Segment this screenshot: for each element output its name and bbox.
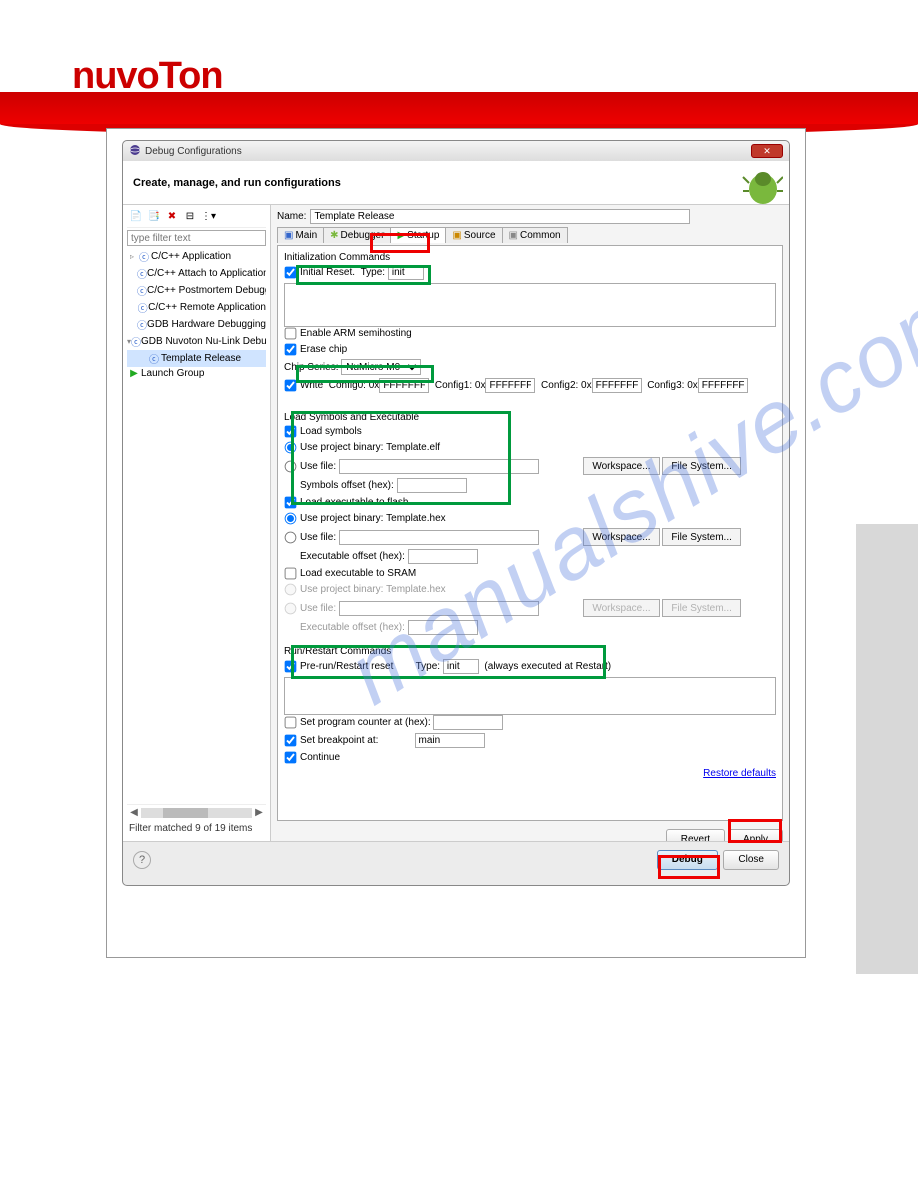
sram-use-file-radio [285,602,297,614]
set-bp-checkbox[interactable] [285,735,297,747]
config3-input[interactable] [698,378,748,393]
filter-status: Filter matched 9 of 19 items [127,820,266,837]
workspace-button[interactable]: Workspace... [583,457,659,475]
tree-hscroll[interactable]: ◀ ▶ [127,804,266,820]
load-exec-sram-checkbox[interactable] [285,568,297,580]
flash-use-file-radio[interactable] [285,531,297,543]
pc-input[interactable] [433,715,503,730]
workspace-button[interactable]: Workspace... [583,528,659,546]
debug-config-dialog: Debug Configurations ✕ Create, manage, a… [122,140,790,886]
tree-item[interactable]: ▶Launch Group [127,367,266,380]
config2-input[interactable] [592,378,642,393]
init-commands-label: Initialization Commands [284,252,776,263]
flash-file-input[interactable] [339,530,539,545]
bp-input[interactable] [415,733,485,748]
run-commands-textarea[interactable] [284,677,776,715]
dialog-header: Create, manage, and run configurations [123,161,789,205]
side-tab-gray [856,524,918,974]
tab-main[interactable]: ▣Main [277,227,324,243]
config-tree: ▹ⓒC/C++ Application ⓒC/C++ Attach to App… [127,248,266,804]
titlebar: Debug Configurations ✕ [123,141,789,161]
revert-button[interactable]: Revert [666,829,725,841]
filter-input[interactable] [127,230,266,246]
close-icon[interactable]: ✕ [751,144,783,158]
highlight-startup-tab [370,233,430,253]
highlight-debug [658,855,720,879]
sram-file-input [339,601,539,616]
initial-reset-checkbox[interactable] [285,267,297,279]
tree-item[interactable]: ⓒC/C++ Postmortem Debugger [127,282,266,299]
dialog-header-text: Create, manage, and run configurations [133,177,341,189]
tree-item[interactable]: ▹ⓒC/C++ Application [127,248,266,265]
left-panel: 📄 📑 ✖ ⊟ ⋮▾ ▹ⓒC/C++ Application ⓒC/C++ At… [123,205,271,841]
collapse-icon[interactable]: ⊟ [183,211,197,225]
restore-defaults-link[interactable]: Restore defaults [703,768,776,779]
flash-use-binary-radio[interactable] [285,513,297,525]
name-input[interactable] [310,209,690,224]
erase-chip-checkbox[interactable] [285,344,297,356]
highlight-chip-series [296,365,434,383]
highlight-load-symbols [291,411,511,505]
set-pc-checkbox[interactable] [285,717,297,729]
filesystem-button[interactable]: File System... [662,528,741,546]
delete-icon[interactable]: ✖ [165,211,179,225]
semihosting-checkbox[interactable] [285,328,297,340]
tab-source[interactable]: ▣Source [445,227,502,243]
filter-icon[interactable]: ⋮▾ [201,211,215,225]
exec-offset-input[interactable] [408,549,478,564]
tree-item[interactable]: ⓒC/C++ Attach to Application [127,265,266,282]
dialog-title: Debug Configurations [145,146,751,157]
header-band [0,92,918,124]
right-panel: Name: ▣Main ✱Debugger ▶Startup ▣Source ▣… [271,205,789,841]
sram-offset-input [408,620,478,635]
highlight-initial-reset [296,265,431,285]
scroll-left-icon[interactable]: ◀ [127,807,141,818]
init-commands-textarea[interactable] [284,283,776,327]
write-checkbox[interactable] [285,380,297,392]
new-config-icon[interactable]: 📄 [129,211,143,225]
filesystem-button[interactable]: File System... [662,457,741,475]
scroll-right-icon[interactable]: ▶ [252,807,266,818]
tree-item[interactable]: ⓒC/C++ Remote Application [127,299,266,316]
continue-checkbox[interactable] [285,752,297,764]
highlight-run-restart [291,645,606,679]
bug-icon [741,165,783,210]
config-tabs: ▣Main ✱Debugger ▶Startup ▣Source ▣Common [277,227,783,243]
tree-item-selected[interactable]: ⓒTemplate Release [127,350,266,367]
tree-item[interactable]: ▾ⓒGDB Nuvoton Nu-Link Debuggin [127,333,266,350]
sram-use-binary-radio [285,584,297,596]
filesystem-button: File System... [662,599,741,617]
config1-input[interactable] [485,378,535,393]
tab-common[interactable]: ▣Common [502,227,568,243]
workspace-button: Workspace... [583,599,659,617]
name-label: Name: [277,211,306,222]
duplicate-icon[interactable]: 📑 [147,211,161,225]
eclipse-icon [129,144,141,159]
exec-offset-label: Executable offset (hex): [300,551,405,562]
erase-chip-label: Erase chip [300,344,347,355]
config-toolbar: 📄 📑 ✖ ⊟ ⋮▾ [127,209,266,228]
semihosting-label: Enable ARM semihosting [300,328,412,339]
help-icon[interactable]: ? [133,851,151,869]
startup-tab-content: Initialization Commands Initial Reset. T… [277,245,783,821]
tree-item[interactable]: ⓒGDB Hardware Debugging [127,316,266,333]
close-button[interactable]: Close [723,850,779,870]
highlight-apply [728,819,782,843]
